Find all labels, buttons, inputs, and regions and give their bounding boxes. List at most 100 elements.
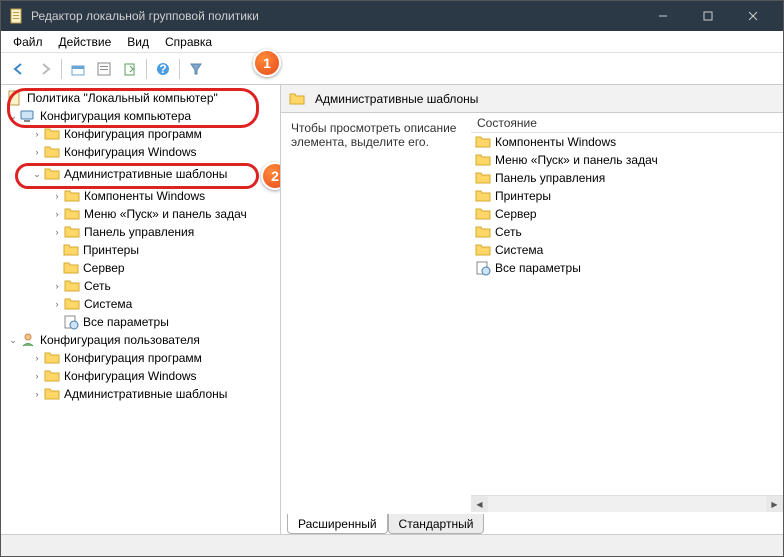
menu-action[interactable]: Действие (53, 33, 118, 51)
chevron-down-icon[interactable]: ⌄ (31, 168, 43, 180)
tree-item[interactable]: › Конфигурация программ (1, 125, 280, 143)
folder-icon (64, 296, 80, 312)
list-item[interactable]: Принтеры (471, 187, 783, 205)
tree-item[interactable]: › Панель управления (1, 223, 280, 241)
list-item[interactable]: Сервер (471, 205, 783, 223)
filter-button[interactable] (184, 57, 208, 81)
tree-label: Конфигурация компьютера (40, 109, 191, 123)
content-area: Политика "Локальный компьютер" ⌄ Конфигу… (1, 85, 783, 534)
scrollbar-horizontal[interactable]: ◀ ▶ (471, 495, 783, 512)
tree-item[interactable]: › Конфигурация программ (1, 349, 280, 367)
item-label: Сервер (495, 207, 537, 221)
tree-item[interactable]: Все параметры (1, 313, 280, 331)
tree-item[interactable]: › Конфигурация Windows (1, 367, 280, 385)
tree-label: Сеть (84, 279, 111, 293)
item-label: Сеть (495, 225, 522, 239)
folder-icon (475, 188, 491, 204)
folder-icon (64, 224, 80, 240)
view-tabs: Расширенный Стандартный (281, 512, 783, 534)
chevron-down-icon[interactable]: ⌄ (7, 110, 19, 122)
close-button[interactable] (730, 1, 775, 31)
chevron-right-icon[interactable]: › (51, 226, 63, 238)
callout-1: 1 (253, 49, 281, 77)
chevron-right-icon[interactable]: › (31, 128, 43, 140)
list-column: Состояние Компоненты Windows Меню «Пуск»… (471, 113, 783, 512)
chevron-right-icon[interactable]: › (51, 280, 63, 292)
item-label: Компоненты Windows (495, 135, 616, 149)
user-icon (20, 332, 36, 348)
properties-button[interactable] (92, 57, 116, 81)
chevron-right-icon[interactable]: › (31, 146, 43, 158)
tree-item[interactable]: › Компоненты Windows (1, 187, 280, 205)
chevron-right-icon[interactable]: › (51, 208, 63, 220)
back-button[interactable] (7, 57, 31, 81)
export-button[interactable] (118, 57, 142, 81)
item-label: Все параметры (495, 261, 581, 275)
chevron-down-icon[interactable]: ⌄ (7, 334, 19, 346)
tree-user-config[interactable]: ⌄ Конфигурация пользователя (1, 331, 280, 349)
settings-icon (475, 260, 491, 276)
list-item[interactable]: Компоненты Windows (471, 133, 783, 151)
tree-label: Административные шаблоны (64, 387, 227, 401)
menubar: Файл Действие Вид Справка (1, 31, 783, 53)
description-column: Чтобы просмотреть описание элемента, выд… (281, 113, 471, 512)
list-item[interactable]: Панель управления (471, 169, 783, 187)
details-title: Административные шаблоны (315, 92, 478, 106)
chevron-right-icon[interactable]: › (31, 388, 43, 400)
tree-computer-config[interactable]: ⌄ Конфигурация компьютера (1, 107, 280, 125)
tree-item[interactable]: › Административные шаблоны (1, 385, 280, 403)
minimize-button[interactable] (640, 1, 685, 31)
menu-file[interactable]: Файл (7, 33, 49, 51)
tree-item[interactable]: Принтеры (1, 241, 280, 259)
tree-item[interactable]: › Меню «Пуск» и панель задач (1, 205, 280, 223)
tab-extended[interactable]: Расширенный (287, 514, 388, 534)
folder-icon (475, 224, 491, 240)
tree-label: Конфигурация пользователя (40, 333, 200, 347)
folder-icon (63, 260, 79, 276)
app-window: Редактор локальной групповой политики Фа… (0, 0, 784, 557)
titlebar: Редактор локальной групповой политики (1, 1, 783, 31)
column-header-state[interactable]: Состояние (471, 113, 783, 133)
details-header: Административные шаблоны (281, 85, 783, 113)
folder-icon (64, 278, 80, 294)
help-button[interactable]: ? (151, 57, 175, 81)
tree-label: Сервер (83, 261, 125, 275)
menu-help[interactable]: Справка (159, 33, 218, 51)
chevron-right-icon[interactable]: › (31, 370, 43, 382)
tree-item[interactable]: › Сеть (1, 277, 280, 295)
details-body: Чтобы просмотреть описание элемента, выд… (281, 113, 783, 512)
tab-label: Расширенный (298, 517, 377, 531)
list-item[interactable]: Система (471, 241, 783, 259)
tree-label: Панель управления (84, 225, 194, 239)
tree-item[interactable]: › Конфигурация Windows (1, 143, 280, 161)
folder-icon (44, 166, 60, 182)
tree-admin-templates[interactable]: ⌄ Административные шаблоны (1, 165, 280, 183)
maximize-button[interactable] (685, 1, 730, 31)
folder-icon (475, 134, 491, 150)
tab-standard[interactable]: Стандартный (388, 514, 485, 534)
tree-label: Конфигурация программ (64, 127, 202, 141)
tree-label: Конфигурация Windows (64, 145, 197, 159)
tree-item[interactable]: Сервер (1, 259, 280, 277)
folder-icon (44, 350, 60, 366)
scroll-right-icon[interactable]: ▶ (766, 496, 783, 513)
settings-icon (63, 314, 79, 330)
folder-icon (475, 152, 491, 168)
svg-text:?: ? (159, 62, 166, 76)
list-item[interactable]: Все параметры (471, 259, 783, 277)
folder-icon (289, 91, 305, 107)
menu-view[interactable]: Вид (121, 33, 155, 51)
list-item[interactable]: Меню «Пуск» и панель задач (471, 151, 783, 169)
tree-root[interactable]: Политика "Локальный компьютер" (1, 89, 280, 107)
tree-item[interactable]: › Система (1, 295, 280, 313)
forward-button[interactable] (33, 57, 57, 81)
item-label: Система (495, 243, 543, 257)
up-button[interactable] (66, 57, 90, 81)
chevron-right-icon[interactable]: › (31, 352, 43, 364)
scroll-left-icon[interactable]: ◀ (471, 496, 488, 513)
folder-icon (44, 386, 60, 402)
separator (179, 59, 180, 79)
chevron-right-icon[interactable]: › (51, 298, 63, 310)
list-item[interactable]: Сеть (471, 223, 783, 241)
chevron-right-icon[interactable]: › (51, 190, 63, 202)
